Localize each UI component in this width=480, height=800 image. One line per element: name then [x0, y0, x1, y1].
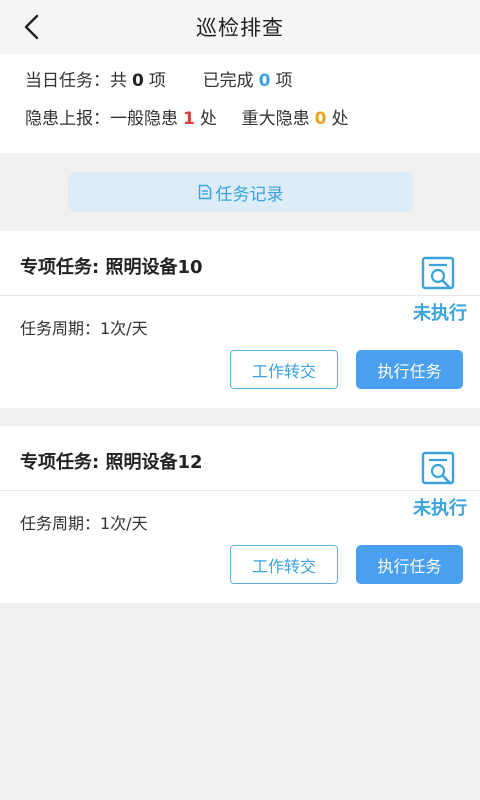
hazard-report-row: 隐患上报：一般隐患 1 处 重大隐患 0 处: [25, 104, 349, 129]
today-task-row: 当日任务：共 0 项 已完成 0 项: [25, 66, 293, 91]
page-title: 巡检排查: [196, 16, 284, 40]
document-icon: [198, 184, 211, 200]
task-cycle: 任务周期：1次/天: [20, 319, 148, 338]
status-label: 未执行: [413, 303, 467, 324]
task-card: 专项任务: 照明设备12 未执行 任务周期：1次/天 工作转交 执行任务: [0, 426, 480, 603]
done-label: 已完成: [202, 71, 254, 91]
execute-task-button[interactable]: 执行任务: [356, 545, 463, 584]
general-hazard-count: 1: [183, 109, 195, 129]
today-unit: 项: [148, 71, 166, 91]
task-title: 专项任务: 照明设备10: [20, 257, 203, 278]
task-status: 未执行: [408, 450, 472, 520]
status-label: 未执行: [413, 498, 467, 519]
major-hazard-unit: 处: [331, 109, 349, 129]
execute-task-button[interactable]: 执行任务: [356, 350, 463, 389]
chevron-left-icon: [24, 14, 39, 40]
task-cycle: 任务周期：1次/天: [20, 514, 148, 533]
major-hazard-count: 0: [314, 109, 327, 129]
hazard-label: 隐患上报：一般隐患: [25, 109, 178, 129]
done-count: 0: [258, 71, 271, 91]
task-record-button[interactable]: 任务记录: [68, 172, 413, 212]
inspect-search-icon: [421, 256, 455, 290]
task-status: 未执行: [408, 255, 472, 325]
back-button[interactable]: [14, 9, 50, 45]
work-transfer-button[interactable]: 工作转交: [230, 350, 338, 389]
app-header: 巡检排查: [0, 0, 480, 54]
inspect-search-icon: [421, 451, 455, 485]
today-count: 0: [132, 71, 144, 91]
done-unit: 项: [275, 71, 293, 91]
major-hazard-label: 重大隐患: [241, 109, 310, 129]
task-card: 专项任务: 照明设备10 未执行 任务周期：1次/天 工作转交 执行任务: [0, 231, 480, 408]
general-hazard-unit: 处: [199, 109, 217, 129]
task-record-label: 任务记录: [215, 184, 284, 205]
work-transfer-button[interactable]: 工作转交: [230, 545, 338, 584]
task-title: 专项任务: 照明设备12: [20, 452, 203, 473]
today-label: 当日任务：共: [25, 71, 127, 91]
task-summary: 当日任务：共 0 项 已完成 0 项 隐患上报：一般隐患 1 处 重大隐患 0 处: [0, 54, 480, 153]
